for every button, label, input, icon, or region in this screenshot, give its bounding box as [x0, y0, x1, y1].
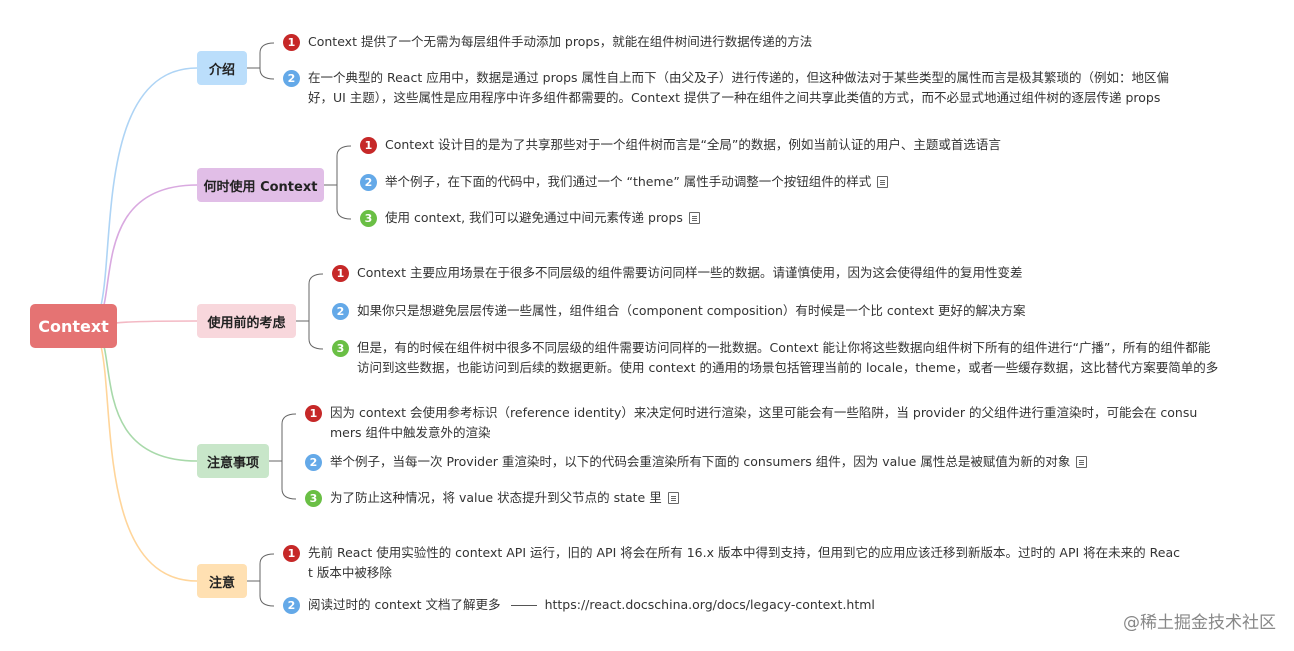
- leaf-number-badge: 2: [305, 454, 322, 471]
- leaf-line: 访问到这些数据，也能访问到后续的数据更新。使用 context 的通用的场景包括…: [357, 358, 1218, 378]
- leaf-bracket: [259, 553, 275, 607]
- leaf-line-text: 先前 React 使用实验性的 context API 运行，旧的 API 将会…: [308, 545, 1180, 560]
- root-branch-connector: [86, 325, 198, 582]
- leaf-line: 好，UI 主题），这些属性是应用程序中许多组件都需要的。Context 提供了一…: [308, 88, 1169, 108]
- branch-node[interactable]: 何时使用 Context: [197, 168, 324, 202]
- leaf-text: 在一个典型的 React 应用中，数据是通过 props 属性自上而下（由父及子…: [308, 68, 1169, 108]
- leaf-line-text: Context 提供了一个无需为每层组件手动添加 props，就能在组件树间进行…: [308, 34, 813, 49]
- note-icon[interactable]: [877, 176, 889, 188]
- leaf-line: 但是，有的时候在组件树中很多不同层级的组件需要访问同样的一批数据。Context…: [357, 338, 1218, 358]
- branch-label: 介绍: [208, 62, 235, 78]
- leaf-number-badge: 1: [305, 405, 322, 422]
- leaf-number-badge: 3: [360, 210, 377, 227]
- leaf-line-text: 因为 context 会使用参考标识（reference identity）来决…: [330, 405, 1198, 420]
- leaf-number-badge: 2: [283, 70, 300, 87]
- leaf-line-text: 阅读过时的 context 文档了解更多: [308, 597, 501, 612]
- leaf-text: Context 设计目的是为了共享那些对于一个组件树而言是“全局”的数据，例如当…: [385, 135, 1001, 155]
- leaf-number-badge: 2: [360, 174, 377, 191]
- leaf-text: 但是，有的时候在组件树中很多不同层级的组件需要访问同样的一批数据。Context…: [357, 338, 1218, 378]
- branch-label: 使用前的考虑: [207, 315, 286, 331]
- leaf-line: Context 主要应用场景在于很多不同层级的组件需要访问同样一些的数据。请谨慎…: [357, 263, 1022, 283]
- leaf-line-text: t 版本中被移除: [308, 565, 392, 580]
- leaf-text: Context 主要应用场景在于很多不同层级的组件需要访问同样一些的数据。请谨慎…: [357, 263, 1022, 283]
- leaf-line: Context 提供了一个无需为每层组件手动添加 props，就能在组件树间进行…: [308, 32, 812, 52]
- leaf-number-badge: 3: [332, 340, 349, 357]
- leaf-text: 举个例子，在下面的代码中，我们通过一个 “theme” 属性手动调整一个按钮组件…: [385, 172, 889, 192]
- leaf-bracket: [259, 42, 275, 80]
- watermark: @稀土掘金技术社区: [1123, 613, 1276, 633]
- note-icon[interactable]: [1076, 456, 1088, 468]
- leaf-line: 如果你只是想避免层层传递一些属性，组件组合（component composit…: [357, 301, 1025, 321]
- leaf-line: 阅读过时的 context 文档了解更多 https://react.docsch…: [308, 595, 875, 615]
- leaf-line-text: 好，UI 主题），这些属性是应用程序中许多组件都需要的。Context 提供了一…: [308, 90, 1161, 105]
- leaf-text: 因为 context 会使用参考标识（reference identity）来决…: [330, 403, 1197, 443]
- leaf-bracket: [336, 145, 352, 220]
- leaf-text: 如果你只是想避免层层传递一些属性，组件组合（component composit…: [357, 301, 1025, 321]
- leaf-number-badge: 3: [305, 490, 322, 507]
- leaf-line-text: 但是，有的时候在组件树中很多不同层级的组件需要访问同样的一批数据。Context…: [357, 340, 1211, 355]
- branch-label: 何时使用 Context: [203, 179, 318, 195]
- leaf-number-badge: 2: [332, 303, 349, 320]
- leaf-line: 举个例子，在下面的代码中，我们通过一个 “theme” 属性手动调整一个按钮组件…: [385, 172, 889, 192]
- legacy-context-link[interactable]: https://react.docschina.org/docs/legacy-…: [545, 597, 875, 612]
- leaf-line-text: 如果你只是想避免层层传递一些属性，组件组合（component composit…: [357, 303, 1026, 318]
- leaf-bracket: [281, 413, 297, 500]
- root-branch-connector: [86, 67, 198, 327]
- root-node[interactable]: Context: [30, 304, 117, 348]
- branch-node[interactable]: 注意事项: [197, 444, 269, 478]
- leaf-line: 举个例子，当每一次 Provider 重渲染时，以下的代码会重渲染所有下面的 c…: [330, 452, 1088, 472]
- leaf-text: 先前 React 使用实验性的 context API 运行，旧的 API 将会…: [308, 543, 1180, 583]
- leaf-line: t 版本中被移除: [308, 563, 1180, 583]
- leaf-line-text: 使用 context, 我们可以避免通过中间元素传递 props: [385, 210, 683, 225]
- branch-node[interactable]: 使用前的考虑: [197, 304, 296, 338]
- leaf-number-badge: 2: [283, 597, 300, 614]
- leaf-line-text: 为了防止这种情况，将 value 状态提升到父节点的 state 里: [330, 490, 662, 505]
- root-label: Context: [38, 316, 109, 336]
- leaf-line: 先前 React 使用实验性的 context API 运行，旧的 API 将会…: [308, 543, 1180, 563]
- branch-node[interactable]: 介绍: [197, 51, 247, 85]
- leaf-number-badge: 1: [360, 137, 377, 154]
- leaf-line-text: mers 组件中触发意外的渲染: [330, 425, 491, 440]
- leaf-number-badge: 1: [283, 545, 300, 562]
- leaf-line: 因为 context 会使用参考标识（reference identity）来决…: [330, 403, 1197, 423]
- leaf-text: Context 提供了一个无需为每层组件手动添加 props，就能在组件树间进行…: [308, 32, 812, 52]
- leaf-bracket: [308, 273, 324, 350]
- leaf-line-text: Context 主要应用场景在于很多不同层级的组件需要访问同样一些的数据。请谨慎…: [357, 265, 1023, 280]
- leaf-text: 使用 context, 我们可以避免通过中间元素传递 props: [385, 208, 700, 228]
- leaf-text: 为了防止这种情况，将 value 状态提升到父节点的 state 里: [330, 488, 679, 508]
- leaf-text: 举个例子，当每一次 Provider 重渲染时，以下的代码会重渲染所有下面的 c…: [330, 452, 1088, 472]
- leaf-number-badge: 1: [332, 265, 349, 282]
- leaf-line-text: Context 设计目的是为了共享那些对于一个组件树而言是“全局”的数据，例如当…: [385, 137, 1001, 152]
- branch-label: 注意: [208, 575, 235, 591]
- leaf-line: 在一个典型的 React 应用中，数据是通过 props 属性自上而下（由父及子…: [308, 68, 1169, 88]
- note-icon[interactable]: [688, 212, 700, 224]
- leaf-line: 为了防止这种情况，将 value 状态提升到父节点的 state 里: [330, 488, 679, 508]
- note-icon[interactable]: [667, 492, 679, 504]
- leaf-line-text: 在一个典型的 React 应用中，数据是通过 props 属性自上而下（由父及子…: [308, 70, 1170, 85]
- leaf-line: 使用 context, 我们可以避免通过中间元素传递 props: [385, 208, 700, 228]
- leaf-line: Context 设计目的是为了共享那些对于一个组件树而言是“全局”的数据，例如当…: [385, 135, 1001, 155]
- leaf-number-badge: 1: [283, 34, 300, 51]
- leaf-line-text: 举个例子，当每一次 Provider 重渲染时，以下的代码会重渲染所有下面的 c…: [330, 454, 1071, 469]
- leaf-line: mers 组件中触发意外的渲染: [330, 423, 1197, 443]
- leaf-text: 阅读过时的 context 文档了解更多 https://react.docsch…: [308, 595, 875, 615]
- branch-node[interactable]: 注意: [197, 564, 247, 598]
- link-dash: [510, 605, 537, 606]
- leaf-line-text: 举个例子，在下面的代码中，我们通过一个 “theme” 属性手动调整一个按钮组件…: [385, 174, 872, 189]
- leaf-line-text: 访问到这些数据，也能访问到后续的数据更新。使用 context 的通用的场景包括…: [357, 360, 1219, 375]
- branch-label: 注意事项: [206, 455, 259, 471]
